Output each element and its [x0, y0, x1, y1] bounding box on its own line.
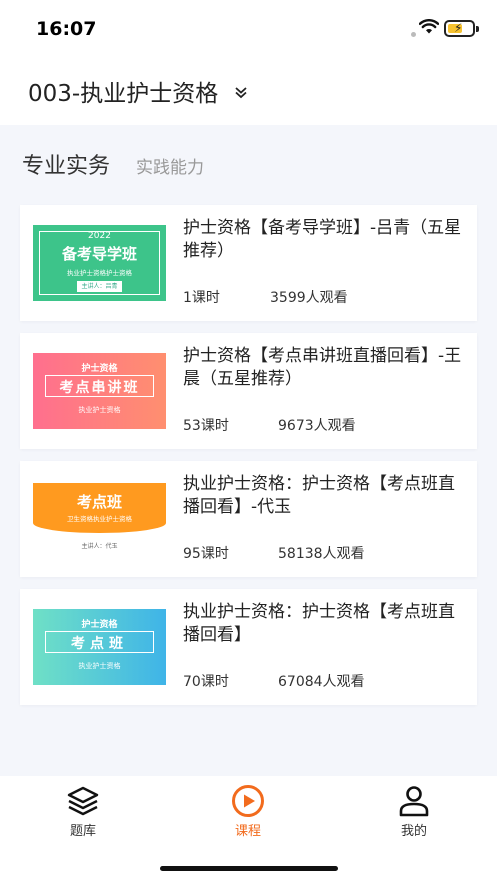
course-title: 护士资格【考点串讲班直播回看】-王晨（五星推荐）: [183, 346, 462, 389]
status-time: 16:07: [36, 18, 97, 40]
camera-indicator-icon: [411, 32, 416, 37]
layers-icon: [43, 784, 123, 818]
course-meta: 1课时 3599人观看: [183, 287, 348, 307]
tab-question-bank[interactable]: 题库: [43, 784, 123, 839]
tab-profile[interactable]: 我的: [374, 784, 454, 839]
course-cover: 护士资格 考点班 执业护士资格: [33, 609, 166, 685]
tab-courses[interactable]: 课程: [208, 784, 288, 839]
course-card[interactable]: 考点班 卫生资格执业护士资格 主讲人：代玉 执业护士资格：护士资格【考点班直播回…: [20, 461, 477, 577]
view-count: 58138人观看: [278, 546, 365, 562]
cover-title: 考点串讲班: [59, 380, 140, 396]
lesson-count: 1课时: [183, 290, 220, 306]
course-card[interactable]: 2022 备考导学班 执业护士资格护士资格 主讲人：吕青 护士资格【备考导学班】…: [20, 205, 477, 321]
tab-practical-ability[interactable]: 实践能力: [136, 153, 204, 178]
battery-cap: [476, 26, 479, 32]
cover-teacher: 主讲人：代玉: [81, 543, 118, 550]
course-title: 执业护士资格：护士资格【考点班直播回看】: [183, 602, 455, 645]
battery-icon: ⚡: [444, 20, 475, 37]
course-title: 执业护士资格：护士资格【考点班直播回看】-代玉: [183, 474, 455, 517]
course-title: 护士资格【备考导学班】-吕青（五星推荐）: [183, 218, 462, 261]
course-card[interactable]: 护士资格 考点串讲班 执业护士资格 护士资格【考点串讲班直播回看】-王晨（五星推…: [20, 333, 477, 449]
course-meta: 95课时 58138人观看: [183, 543, 365, 563]
top-area: 16:07 ⚡ 003-执业护士资格: [0, 0, 497, 125]
cover-subtitle: 卫生资格执业护士资格: [67, 515, 132, 523]
lesson-count: 70课时: [183, 674, 229, 690]
course-cover: 护士资格 考点串讲班 执业护士资格: [33, 353, 166, 429]
user-icon: [374, 784, 454, 818]
view-count: 3599人观看: [270, 290, 348, 306]
course-cover: 考点班 卫生资格执业护士资格 主讲人：代玉: [33, 481, 166, 557]
cover-teacher: 主讲人：吕青: [77, 281, 122, 292]
course-card[interactable]: 护士资格 考点班 执业护士资格 执业护士资格：护士资格【考点班直播回看】 70课…: [20, 589, 477, 705]
cover-title: 考点班: [71, 636, 128, 652]
cover-subtitle: 执业护士资格护士资格: [67, 269, 132, 277]
cover-title: 考点班: [76, 493, 122, 511]
subject-tabs: 专业实务 实践能力: [22, 148, 204, 180]
view-count: 9673人观看: [278, 418, 356, 434]
cover-year: 2022: [88, 231, 111, 241]
tab-label: 课程: [234, 824, 261, 839]
exam-title: 003-执业护士资格: [28, 81, 219, 107]
chevron-down-icon: [234, 84, 248, 103]
tab-label: 我的: [400, 824, 427, 839]
course-list: 2022 备考导学班 执业护士资格护士资格 主讲人：吕青 护士资格【备考导学班】…: [20, 205, 477, 717]
status-bar: 16:07 ⚡: [0, 0, 497, 58]
play-icon: [208, 784, 288, 818]
tab-label: 题库: [69, 824, 96, 839]
lesson-count: 95课时: [183, 546, 229, 562]
course-meta: 70课时 67084人观看: [183, 671, 365, 691]
wifi-icon: [418, 19, 440, 39]
cover-subtitle: 执业护士资格: [78, 662, 121, 670]
course-cover: 2022 备考导学班 执业护士资格护士资格 主讲人：吕青: [33, 225, 166, 301]
tab-professional-practice[interactable]: 专业实务: [22, 148, 110, 180]
cover-top-label: 护士资格: [81, 620, 118, 630]
lesson-count: 53课时: [183, 418, 229, 434]
home-indicator: [160, 866, 338, 871]
exam-selector[interactable]: 003-执业护士资格: [28, 74, 248, 108]
cover-subtitle: 执业护士资格: [78, 406, 121, 414]
cover-title: 备考导学班: [61, 245, 137, 263]
view-count: 67084人观看: [278, 674, 365, 690]
cover-top-label: 护士资格: [81, 364, 118, 374]
course-meta: 53课时 9673人观看: [183, 415, 356, 435]
